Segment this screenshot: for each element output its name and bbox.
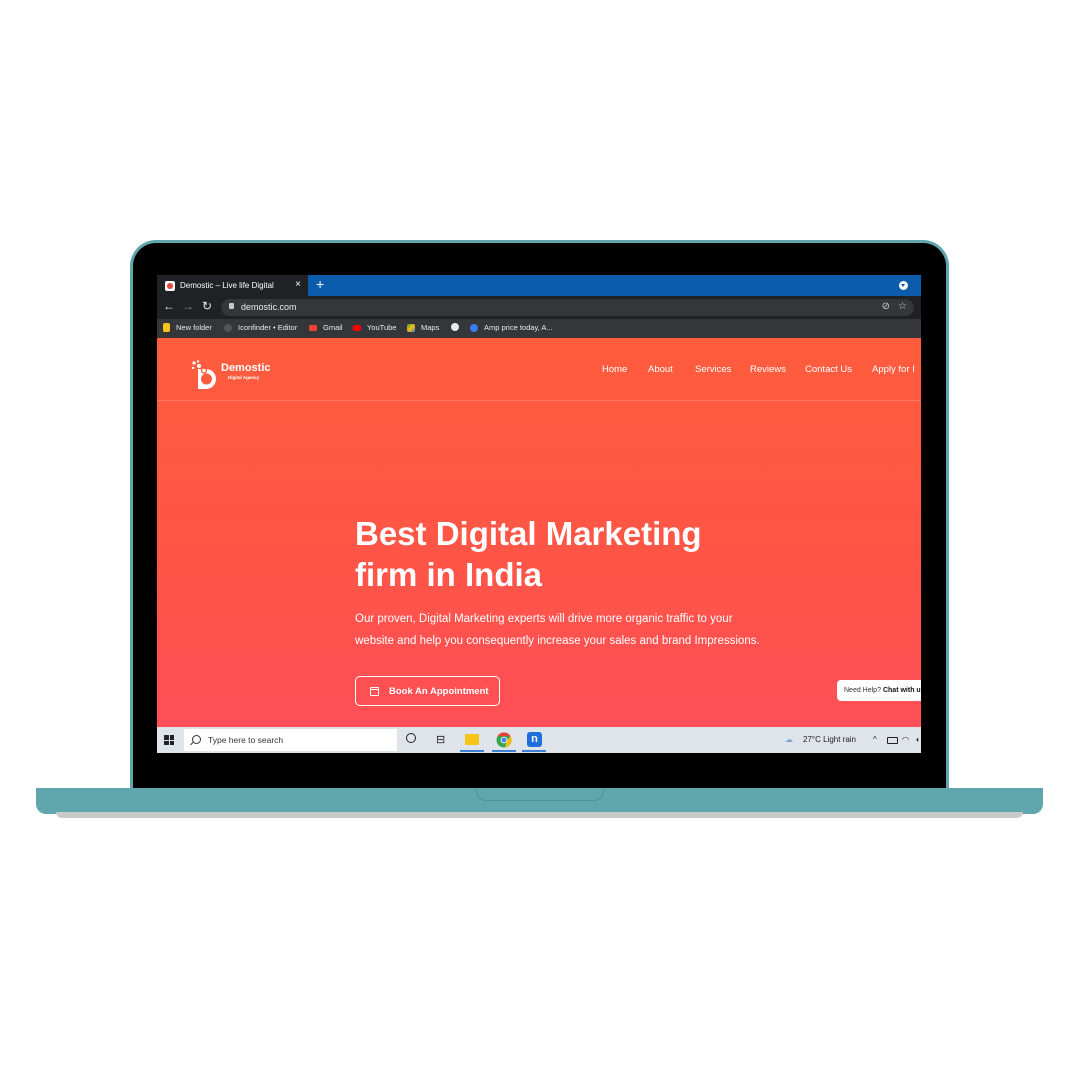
browser-tab[interactable]: Demostic – Live life Digital ×	[157, 275, 308, 296]
bookmark-new-folder[interactable]: New folder	[163, 323, 212, 332]
file-explorer-icon[interactable]	[465, 734, 479, 745]
windows-start-icon[interactable]	[164, 735, 174, 745]
site-logo[interactable]: Demostic Digital Agency	[190, 355, 290, 389]
nav-services[interactable]: Services	[695, 364, 731, 375]
bookmark-youtube[interactable]: YouTube	[353, 323, 396, 332]
bookmark-globe[interactable]	[451, 323, 459, 331]
back-icon[interactable]: ←	[163, 299, 175, 313]
hero-description: Our proven, Digital Marketing experts wi…	[355, 613, 760, 647]
website-hero: Demostic Digital Agency Home About Servi…	[157, 338, 921, 727]
task-view-icon[interactable]: ⊟	[436, 733, 452, 749]
cortana-icon[interactable]	[406, 733, 416, 743]
tab-search-icon[interactable]	[899, 281, 908, 290]
hero-title: Best Digital Marketing firm in India	[355, 515, 702, 593]
address-bar[interactable]: demostic.com ⊘ ☆	[221, 299, 914, 316]
search-placeholder: Type here to search	[208, 735, 284, 745]
iconfinder-icon	[224, 323, 232, 332]
bookmark-amp-price[interactable]: Amp price today, A...	[470, 323, 553, 332]
screen: Demostic – Live life Digital × + ← → ↻ d…	[157, 275, 921, 753]
bookmarks-bar: New folder Iconfinder • Editor Gmail You…	[157, 318, 921, 338]
tray-chevron-up-icon[interactable]: ^	[873, 735, 877, 744]
wifi-icon[interactable]: ◠	[902, 735, 909, 744]
nav-reviews[interactable]: Reviews	[750, 364, 786, 375]
maps-icon	[407, 323, 415, 332]
laptop-notch	[476, 788, 604, 801]
bookmark-iconfinder[interactable]: Iconfinder • Editor	[224, 323, 297, 332]
logo-name: Demostic	[221, 362, 271, 374]
new-tab-button[interactable]: +	[316, 276, 324, 292]
forward-icon[interactable]: →	[182, 299, 194, 313]
app-n-icon[interactable]: n	[527, 732, 542, 747]
windows-taskbar: Type here to search ⊟ n ☁ 27°C Light rai…	[157, 727, 921, 753]
taskbar-search-input[interactable]: Type here to search	[184, 729, 397, 751]
chrome-active-indicator	[492, 750, 516, 752]
coin-icon	[470, 323, 478, 332]
header-divider	[157, 400, 921, 401]
app-active-indicator	[522, 750, 546, 752]
nav-about[interactable]: About	[648, 364, 673, 375]
nav-apply[interactable]: Apply for I	[872, 364, 915, 375]
explorer-active-indicator	[460, 750, 484, 752]
laptop-shadow	[56, 812, 1023, 818]
browser-tabbar: Demostic – Live life Digital × +	[157, 275, 921, 296]
nav-contact-us[interactable]: Contact Us	[805, 364, 852, 375]
globe-icon	[451, 323, 459, 331]
weather-text[interactable]: 27°C Light rain	[803, 735, 856, 744]
bookmark-maps[interactable]: Maps	[407, 323, 439, 332]
chat-widget[interactable]: Need Help? Chat with u	[837, 680, 921, 701]
tab-title: Demostic – Live life Digital	[180, 281, 274, 290]
gmail-icon	[309, 324, 317, 331]
logo-subtitle: Digital Agency	[228, 375, 260, 380]
site-favicon-icon	[165, 280, 175, 291]
logo-d-icon	[191, 360, 216, 389]
tracking-eye-off-icon[interactable]: ⊘	[882, 301, 890, 312]
url-text: demostic.com	[241, 302, 297, 312]
book-appointment-button[interactable]: Book An Appointment	[355, 676, 500, 706]
browser-toolbar: ← → ↻ demostic.com ⊘ ☆	[157, 296, 921, 318]
chrome-icon[interactable]	[496, 732, 512, 748]
close-tab-icon[interactable]: ×	[295, 279, 301, 290]
lock-icon	[229, 303, 234, 309]
bookmark-gmail[interactable]: Gmail	[309, 323, 343, 332]
search-icon	[192, 735, 201, 744]
reload-icon[interactable]: ↻	[202, 299, 212, 313]
youtube-icon	[353, 324, 361, 331]
calendar-icon	[370, 686, 379, 696]
weather-icon[interactable]: ☁	[785, 735, 793, 744]
battery-icon[interactable]	[887, 737, 898, 744]
folder-icon	[163, 323, 170, 332]
nav-home[interactable]: Home	[602, 364, 627, 375]
bookmark-star-icon[interactable]: ☆	[898, 301, 907, 312]
volume-icon[interactable]: ◖	[915, 735, 920, 744]
